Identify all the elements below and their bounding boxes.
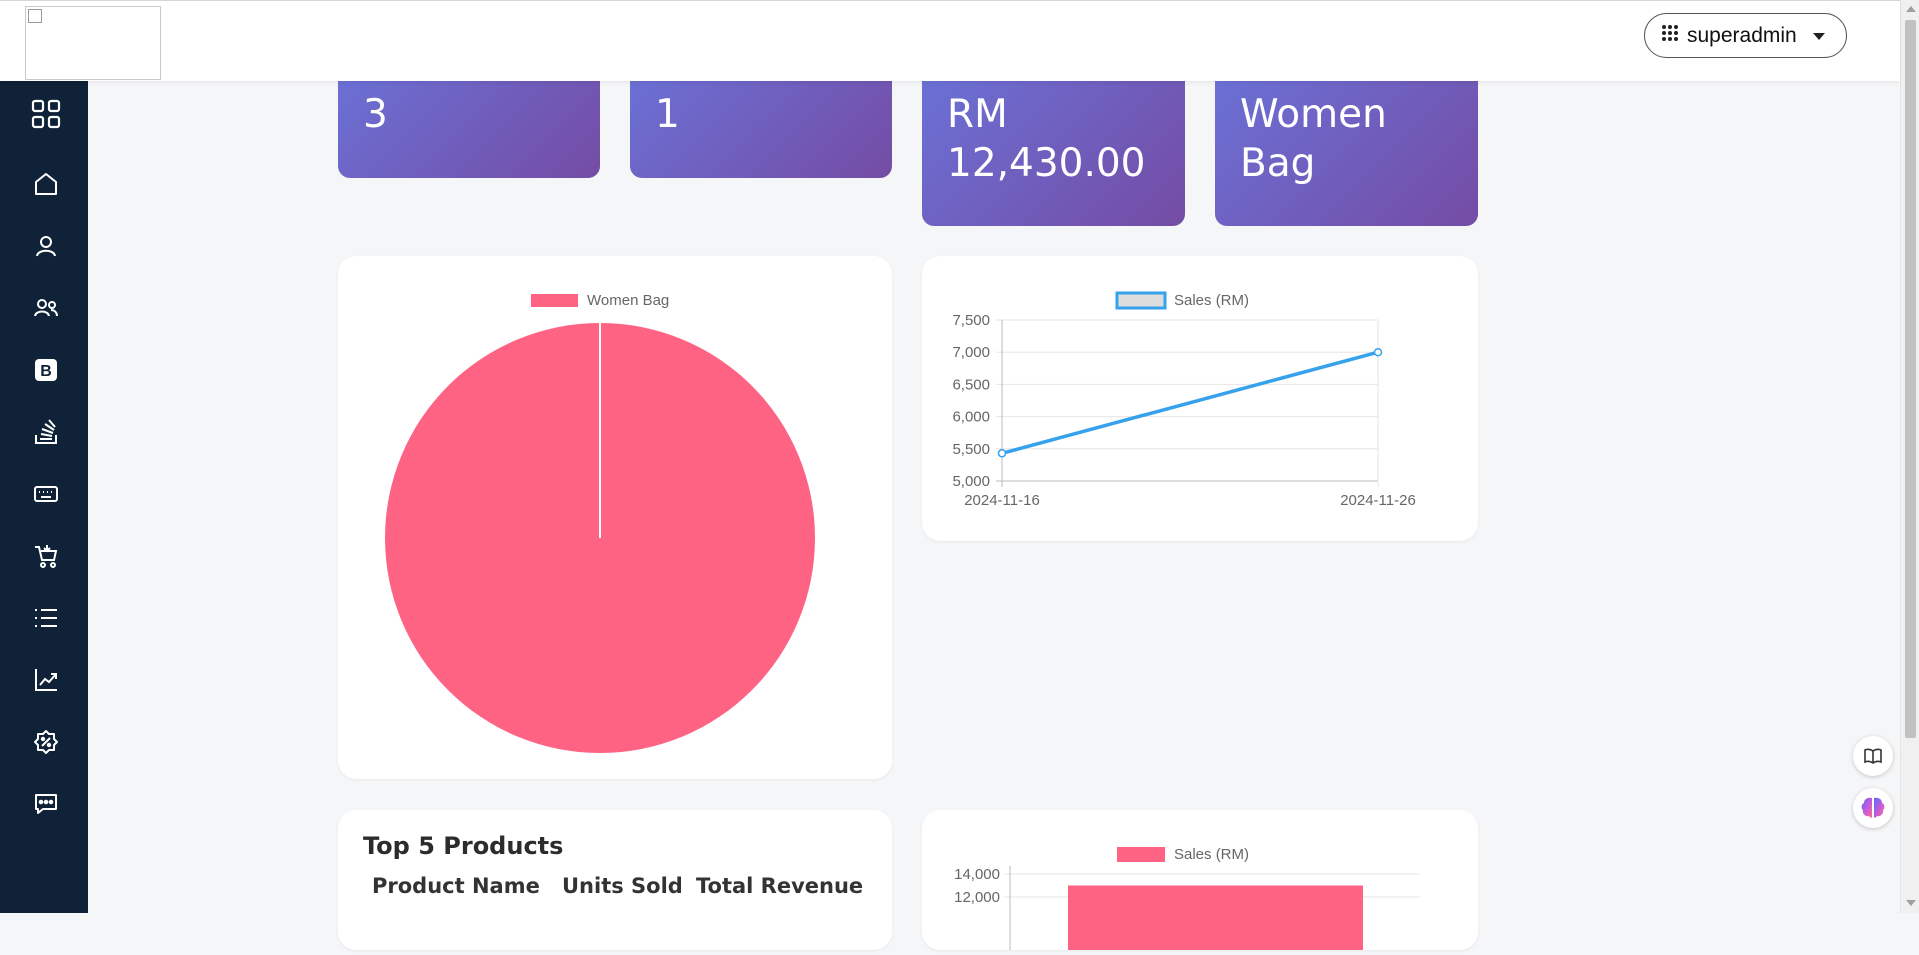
y-tick-label: 6,500	[952, 376, 990, 393]
y-tick-label: 14,000	[954, 866, 1000, 883]
chat-dots-icon[interactable]	[28, 788, 64, 820]
line-legend[interactable]: Sales (RM)	[1115, 291, 1249, 310]
ai-assistant-button[interactable]	[1853, 788, 1893, 828]
line-chart-card: Sales (RM) 5,000 5,500 6,000 6,500 7,000 7,50…	[922, 256, 1478, 541]
sidebar: B	[0, 80, 88, 913]
user-icon[interactable]	[28, 230, 64, 262]
top-products-card: Top 5 Products Product Name Units Sold T…	[338, 810, 892, 950]
caret-down-icon	[1812, 28, 1825, 44]
brain-icon	[1861, 797, 1885, 818]
bar-legend[interactable]: Sales (RM)	[1117, 846, 1249, 863]
legend-swatch	[531, 294, 578, 307]
home-icon[interactable]	[28, 168, 64, 200]
page-scrollbar[interactable]	[1900, 0, 1919, 913]
scroll-up-icon[interactable]	[1906, 6, 1916, 12]
x-tick-label: 2024-11-26	[1340, 492, 1416, 509]
discount-badge-icon[interactable]	[28, 726, 64, 758]
top-products-title: Top 5 Products	[363, 832, 564, 860]
keyboard-icon[interactable]	[28, 478, 64, 510]
book-icon	[1864, 748, 1882, 764]
grid-dots-icon	[1661, 24, 1679, 48]
svg-text:B: B	[40, 363, 52, 380]
column-header-total-revenue: Total Revenue	[696, 874, 864, 898]
list-icon[interactable]	[28, 602, 64, 634]
stat-value-line2: Bag	[1240, 141, 1316, 186]
line-series	[1001, 350, 1379, 455]
top-navbar: superadmin	[0, 0, 1900, 81]
stack-icon[interactable]	[28, 416, 64, 448]
scroll-down-icon[interactable]	[1906, 900, 1916, 906]
stat-value-line2: 12,430.00	[947, 141, 1146, 186]
legend-swatch	[1115, 291, 1167, 310]
bar-sales[interactable]	[1068, 885, 1363, 951]
pie-chart-card: Women Bag	[338, 256, 892, 779]
line-chart: Sales (RM) 5,000 5,500 6,000 6,500 7,000 7,50…	[952, 291, 1416, 509]
dashboard-grid-icon[interactable]	[28, 98, 64, 130]
users-icon[interactable]	[28, 292, 64, 324]
column-header-units-sold: Units Sold	[562, 874, 683, 898]
legend-swatch	[1117, 847, 1165, 862]
book-button[interactable]	[1853, 736, 1893, 776]
line-point[interactable]	[1373, 347, 1383, 357]
top-products-table-header: Product Name Units Sold Total Revenue	[338, 874, 892, 902]
y-tick-label: 7,000	[952, 344, 990, 361]
pie-chart: Women Bag	[385, 292, 815, 753]
line-point[interactable]	[997, 449, 1007, 458]
logo-image[interactable]	[25, 6, 161, 80]
legend-label: Sales (RM)	[1174, 846, 1249, 863]
brand-b-icon[interactable]: B	[28, 354, 64, 386]
user-menu-label: superadmin	[1687, 23, 1797, 47]
scrollbar-thumb[interactable]	[1905, 20, 1916, 738]
pie-legend[interactable]: Women Bag	[531, 292, 669, 309]
chart-line-icon[interactable]	[28, 664, 64, 696]
column-header-product-name: Product Name	[372, 874, 540, 898]
legend-label: Women Bag	[587, 292, 669, 309]
x-tick-label: 2024-11-16	[964, 492, 1040, 509]
user-menu-button[interactable]: superadmin	[1644, 13, 1847, 58]
y-tick-label: 6,000	[952, 409, 990, 426]
y-tick-label: 12,000	[954, 889, 1000, 906]
legend-label: Sales (RM)	[1174, 292, 1249, 309]
y-tick-label: 7,500	[952, 312, 990, 329]
broken-image-icon	[28, 9, 42, 23]
cart-icon[interactable]	[28, 540, 64, 572]
bar-chart: Sales (RM) 14,000 12,000	[954, 846, 1420, 951]
bar-chart-card: Sales (RM) 14,000 12,000	[922, 810, 1478, 950]
y-tick-label: 5,500	[952, 441, 990, 458]
y-tick-label: 5,000	[952, 473, 990, 490]
